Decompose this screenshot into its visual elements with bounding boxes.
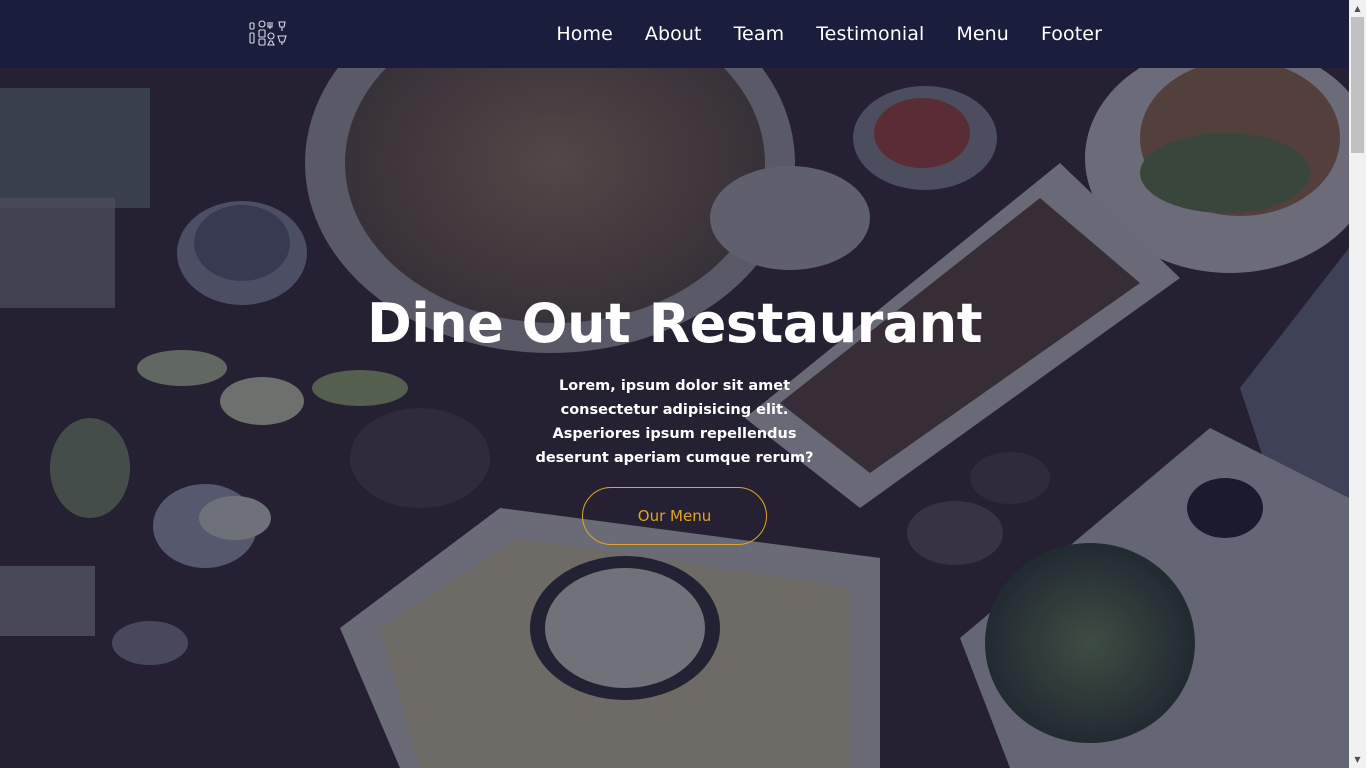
our-menu-button[interactable]: Our Menu xyxy=(582,487,767,545)
page-scrollbar[interactable]: ▲ ▼ xyxy=(1349,0,1366,768)
hero-section: Dine Out Restaurant Lorem, ipsum dolor s… xyxy=(0,68,1349,768)
restaurant-logo-icon[interactable] xyxy=(248,19,288,49)
nav-link-home[interactable]: Home xyxy=(556,23,613,45)
nav-link-about[interactable]: About xyxy=(645,23,702,45)
nav-link-team[interactable]: Team xyxy=(734,23,785,45)
hero-title: Dine Out Restaurant xyxy=(366,292,983,355)
hero-content: Dine Out Restaurant Lorem, ipsum dolor s… xyxy=(0,68,1349,768)
nav-link-testimonial[interactable]: Testimonial xyxy=(816,23,924,45)
nav-link-footer[interactable]: Footer xyxy=(1041,23,1102,45)
scroll-down-arrow-icon[interactable]: ▼ xyxy=(1349,751,1366,768)
scroll-thumb[interactable] xyxy=(1351,17,1364,153)
navbar: Home About Team Testimonial Menu Footer xyxy=(0,0,1349,68)
nav-links: Home About Team Testimonial Menu Footer xyxy=(556,0,1102,68)
hero-description: Lorem, ipsum dolor sit amet consectetur … xyxy=(535,378,814,466)
scroll-up-arrow-icon[interactable]: ▲ xyxy=(1349,0,1366,17)
nav-link-menu[interactable]: Menu xyxy=(956,23,1009,45)
